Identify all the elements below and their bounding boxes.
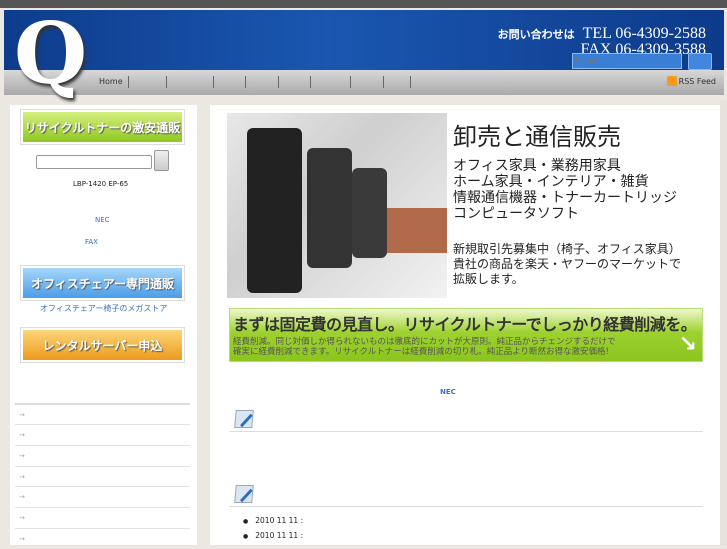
office-chairs-image: [227, 113, 447, 298]
post-item[interactable]: 2010 11 11 :: [243, 531, 303, 540]
toner-search-input[interactable]: [36, 155, 152, 169]
site-logo[interactable]: Q: [14, 12, 87, 96]
nav-bar: Home RSS Feed: [4, 70, 724, 95]
recycle-toner-banner[interactable]: リサイクルトナーの激安通販: [20, 109, 185, 145]
edit-icon: [234, 485, 254, 503]
scrollbar[interactable]: [720, 100, 727, 545]
search-button[interactable]: [688, 53, 712, 70]
category: コンピュータソフト: [453, 206, 579, 222]
office-chair-link[interactable]: オフィスチェアー椅子のメガストア: [40, 303, 167, 314]
banner-label: リサイクルトナーの激安通販: [23, 112, 182, 142]
divider: [229, 506, 703, 507]
recruit-line: 拡販します。: [453, 272, 524, 286]
nav-home[interactable]: Home: [99, 77, 123, 86]
category: 情報通信機器・トナーカートリッジ: [453, 190, 677, 206]
rss-icon: [666, 76, 677, 86]
banner-subtext: 確実に経費削減できます。リサイクルトナーは経費削減の切り札。純正品より断然お得な…: [233, 347, 609, 357]
post-item[interactable]: 2010 11 11 :: [243, 516, 303, 525]
nav-separator: [213, 76, 214, 88]
nav-separator: [166, 76, 167, 88]
hero-title: 卸売と通信販売: [453, 123, 621, 151]
contact-label: お問い合わせは: [497, 28, 575, 41]
sidebar-list-item[interactable]: →: [15, 528, 190, 549]
arrow-icon: ↘: [678, 332, 697, 357]
main-content: 卸売と通信販売 オフィス家具・業務用家具 ホーム家具・インテリア・雑貨 情報通信…: [210, 105, 722, 545]
fax-link[interactable]: FAX: [85, 238, 98, 246]
nav-separator: [128, 76, 129, 88]
toner-search-button[interactable]: [154, 150, 169, 171]
nec-link[interactable]: NEC: [440, 388, 456, 396]
sidebar-list-item[interactable]: →: [15, 424, 190, 445]
search-input[interactable]: [572, 53, 682, 69]
sidebar-list-item[interactable]: →: [15, 403, 190, 424]
edit-icon: [234, 410, 254, 428]
category: オフィス家具・業務用家具: [453, 158, 621, 174]
nec-link[interactable]: NEC: [95, 216, 110, 224]
banner-label: レンタルサーバー申込: [23, 330, 182, 360]
banner-subtext: 経費削減。同じ対価しか得られないものは徹底的にカットが大原則。純正品からチェンジ…: [233, 337, 616, 347]
sidebar-list-item[interactable]: →: [15, 466, 190, 487]
nav-separator: [245, 76, 246, 88]
sidebar-list-item[interactable]: →: [15, 445, 190, 466]
hero-text: 卸売と通信販売 オフィス家具・業務用家具 ホーム家具・インテリア・雑貨 情報通信…: [453, 117, 681, 287]
nav-separator: [310, 76, 311, 88]
nav-separator: [410, 76, 411, 88]
recruit-line: 新規取引先募集中（椅子、オフィス家具）: [453, 242, 681, 256]
nav-separator: [383, 76, 384, 88]
banner-label: オフィスチェアー専門通販: [23, 268, 182, 298]
sidebar-list-item[interactable]: →: [15, 507, 190, 528]
tel: TEL 06-4309-2588: [582, 25, 706, 42]
banner-title: まずは固定費の見直し。リサイクルトナーでしっかり経費削減を。: [233, 315, 697, 334]
office-chair-banner[interactable]: オフィスチェアー専門通販: [20, 265, 185, 301]
toner-models: LBP-1420 EP-65: [73, 180, 129, 188]
rental-server-banner[interactable]: レンタルサーバー申込: [20, 327, 185, 363]
recruit-text: 新規取引先募集中（椅子、オフィス家具） 貴社の商品を楽天・ヤフーのマーケットで 拡販…: [453, 242, 681, 287]
rss-label: RSS Feed: [678, 76, 716, 86]
top-bar: [0, 0, 727, 8]
cost-reduction-banner[interactable]: まずは固定費の見直し。リサイクルトナーでしっかり経費削減を。 経費削減。同じ対価…: [229, 308, 703, 362]
sidebar: リサイクルトナーの激安通販 LBP-1420 EP-65 NEC FAX オフィ…: [10, 105, 197, 545]
divider: [229, 431, 703, 432]
category: ホーム家具・インテリア・雑貨: [453, 174, 649, 190]
nav-separator: [350, 76, 351, 88]
nav-separator: [278, 76, 279, 88]
rss-feed-link[interactable]: RSS Feed: [666, 76, 716, 86]
sidebar-list-item[interactable]: →: [15, 486, 190, 507]
recruit-line: 貴社の商品を楽天・ヤフーのマーケットで: [453, 257, 682, 271]
